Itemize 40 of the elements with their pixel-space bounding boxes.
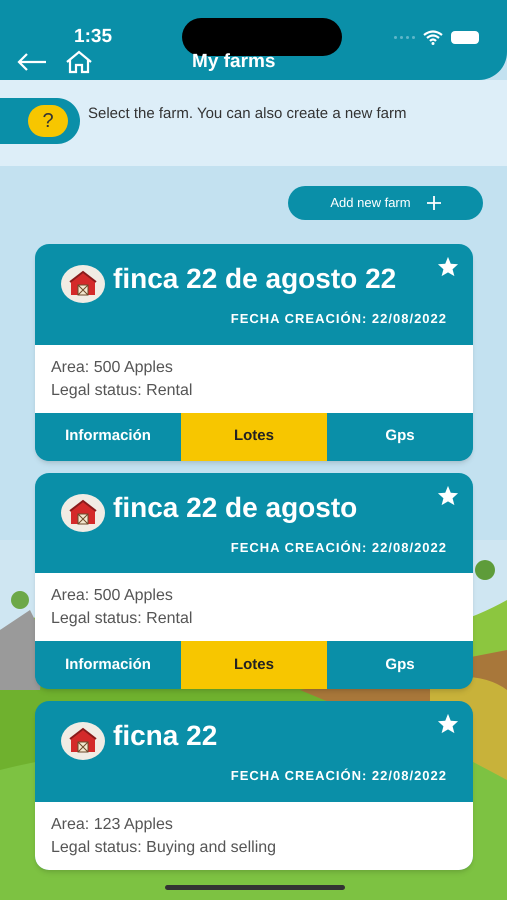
- barn-icon: [61, 265, 105, 303]
- back-button[interactable]: [16, 52, 48, 72]
- star-icon[interactable]: [437, 484, 459, 506]
- area-text: Area: 500 Apples: [51, 586, 174, 606]
- creation-date: FECHA CREACIÓN: 22/08/2022: [230, 538, 447, 556]
- creation-date: FECHA CREACIÓN: 22/08/2022: [230, 310, 447, 328]
- barn-icon: [61, 722, 105, 760]
- card-tab[interactable]: Información: [35, 412, 181, 460]
- legal-status-text: Legal status: Rental: [51, 609, 194, 629]
- plus-icon: [426, 196, 441, 210]
- signal-icon: [394, 36, 415, 38]
- legal-status-text: Legal status: Buying and selling: [51, 838, 278, 858]
- help-message: Select the farm. You can also create a new farm: [88, 104, 407, 124]
- battery-icon: [451, 30, 479, 44]
- card-tab[interactable]: Gps: [327, 412, 473, 460]
- creation-date: FECHA CREACIÓN: 22/08/2022: [230, 767, 447, 785]
- home-button[interactable]: [64, 50, 94, 74]
- card-tab[interactable]: Lotes: [181, 412, 327, 460]
- area-text: Area: 123 Apples: [51, 814, 174, 834]
- farm-card[interactable]: ficna 22 FECHA CREACIÓN: 22/08/2022 Area: 123 Apples Legal status: Buying and selling: [35, 701, 473, 870]
- star-icon[interactable]: [437, 256, 459, 277]
- card-tab[interactable]: Gps: [327, 641, 473, 689]
- farm-name: finca 22 de agosto 22: [113, 262, 396, 296]
- card-tab[interactable]: Lotes: [181, 641, 327, 689]
- add-farm-button[interactable]: Add new farm: [288, 186, 483, 220]
- help-button[interactable]: ?: [28, 105, 68, 137]
- star-icon[interactable]: [437, 713, 459, 734]
- farm-card[interactable]: finca 22 de agosto FECHA CREACIÓN: 22/08/2022 Area: 500 Apples Legal status: Rental Información Lotes Gps: [35, 472, 473, 689]
- card-tab[interactable]: Información: [35, 641, 181, 689]
- page-title: My farms: [192, 50, 276, 74]
- area-text: Area: 500 Apples: [51, 358, 174, 378]
- status-time: 1:35: [73, 24, 112, 49]
- farm-name: ficna 22: [113, 719, 218, 753]
- wifi-icon: [423, 30, 443, 44]
- back-arrow-icon: [16, 52, 48, 72]
- legal-status-text: Legal status: Rental: [51, 380, 194, 400]
- farm-card[interactable]: finca 22 de agosto 22 FECHA CREACIÓN: 22/08/2022 Area: 500 Apples Legal status: Rental Información Lotes Gps: [35, 244, 473, 460]
- barn-icon: [61, 494, 105, 532]
- farm-name: finca 22 de agosto: [113, 490, 358, 524]
- home-icon: [64, 50, 94, 74]
